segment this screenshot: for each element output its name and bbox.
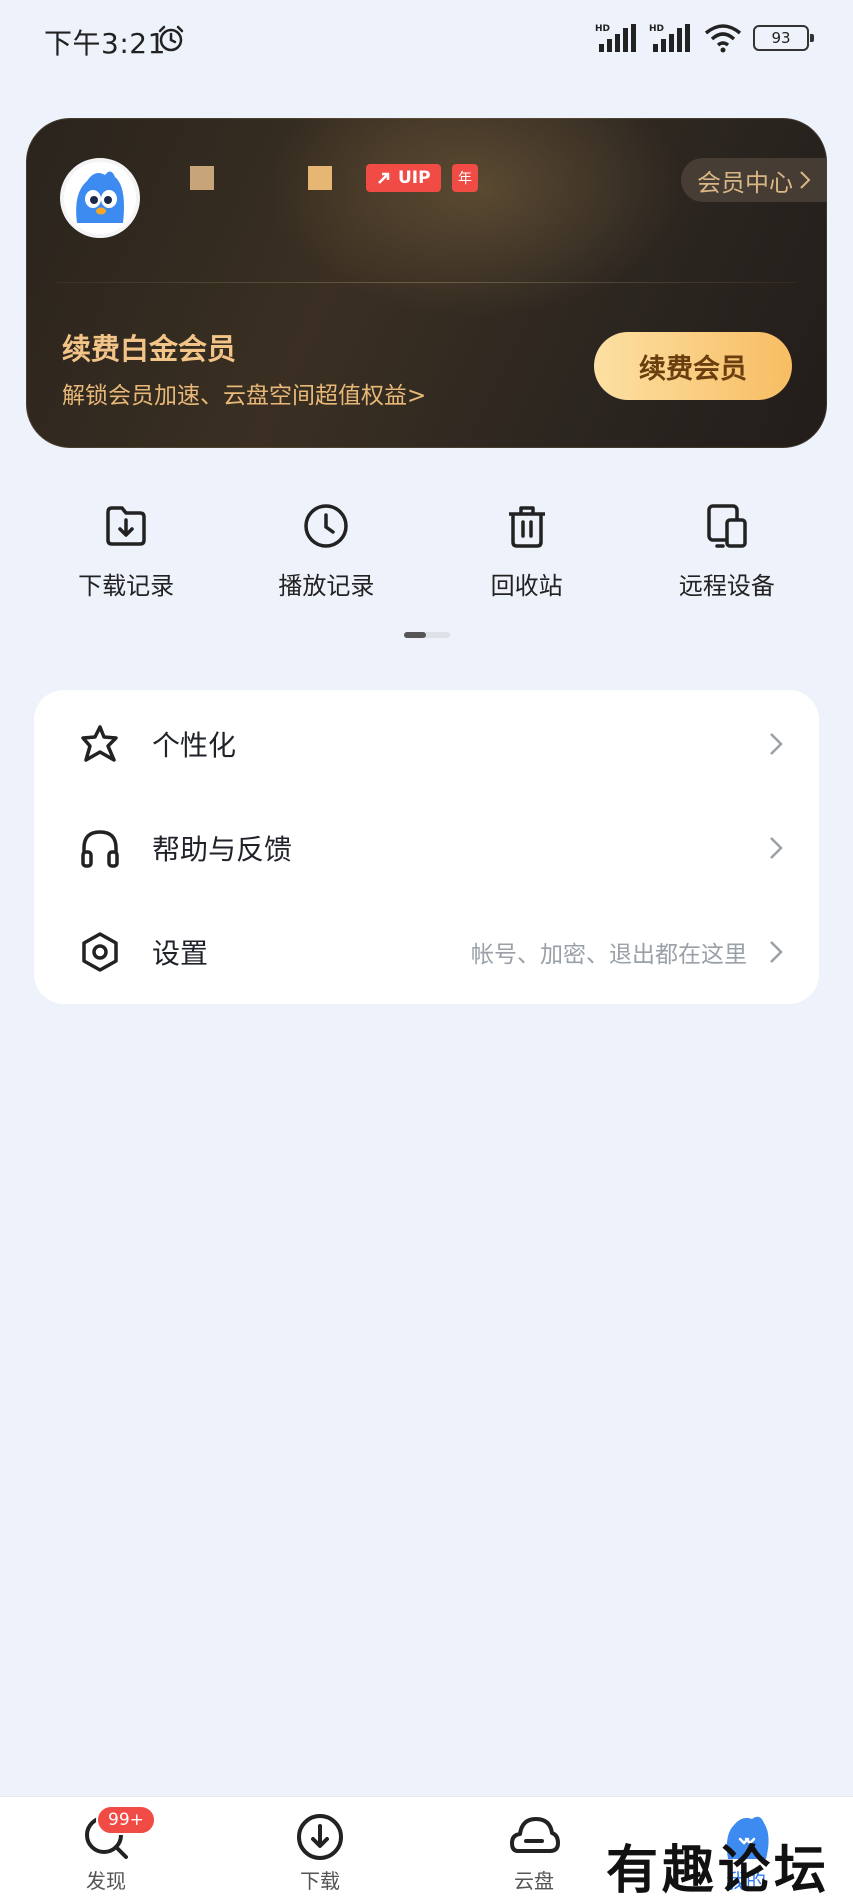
page: 下午3:21 HD HD 93 UIP 年 会员中心 续费白金会员 解锁会员加速… [0,0,853,1896]
download-record-icon [106,506,146,546]
year-badge: 年 [452,164,478,192]
vip-arrow-icon [378,172,390,184]
menu-item-settings[interactable]: 设置 帐号、加密、退出都在这里 [34,900,819,1004]
battery-indicator: 93 [753,25,814,51]
quick-label: 远程设备 [678,572,775,600]
quick-remote-devices[interactable]: 远程设备 [627,500,827,620]
quick-label: 回收站 [490,572,563,600]
cloud-icon [510,1817,560,1853]
nav-label: 发现 [86,1869,126,1893]
renew-subtitle[interactable]: 解锁会员加速、云盘空间超值权益> [62,376,426,410]
quick-play-record[interactable]: 播放记录 [226,500,426,620]
svg-text:HD: HD [649,24,664,34]
card-divider [56,282,797,283]
nav-label: 下载 [300,1869,340,1893]
menu-item-help-feedback[interactable]: 帮助与反馈 [34,796,819,900]
chevron-right-icon [770,837,783,859]
menu-item-personalize[interactable]: 个性化 [34,692,819,796]
nav-item-download[interactable]: 下载 [260,1797,380,1896]
devices-icon [707,504,747,548]
menu-card: 个性化 帮助与反馈 设置 帐号、加密、退出都在这里 [34,690,819,1004]
card-glow [266,118,686,318]
chevron-right-icon [800,171,811,189]
username-masked-2 [308,166,332,190]
menu-label: 个性化 [152,729,237,762]
notification-badge: 99+ [96,1805,156,1835]
chevron-right-icon [770,941,783,963]
signal-hd-icon-2: HD [649,24,690,52]
quick-recycle-bin[interactable]: 回收站 [427,500,627,620]
vip-card[interactable]: UIP 年 会员中心 续费白金会员 解锁会员加速、云盘空间超值权益> 续费会员 [26,118,827,448]
settings-icon [82,932,118,972]
signal-hd-icon: HD [595,24,636,52]
bird-avatar-icon [76,171,124,223]
member-center-label: 会员中心 [697,168,793,197]
vip-badge-text: UIP [398,168,431,188]
wifi-icon [704,24,742,53]
username-masked-1 [190,166,214,190]
quick-download-record[interactable]: 下载记录 [26,500,226,620]
watermark: 有趣论坛 [606,1840,831,1896]
status-time: 下午3:21 [44,27,166,60]
page-indicator-active [404,632,426,638]
menu-label: 帮助与反馈 [152,833,293,866]
quick-actions: 下载记录 播放记录 回收站 远程设备 [26,500,827,620]
renew-member-button[interactable]: 续费会员 [594,332,792,400]
quick-label: 下载记录 [78,572,175,600]
headphones-icon [81,830,119,868]
star-icon [81,725,118,762]
quick-label: 播放记录 [278,572,375,600]
alarm-icon [158,25,184,52]
avatar[interactable] [60,158,140,238]
chevron-right-icon [770,733,783,755]
vip-badge: UIP [366,164,441,192]
renew-title: 续费白金会员 [62,332,237,366]
status-bar: 下午3:21 HD HD 93 [0,0,853,80]
settings-hint: 帐号、加密、退出都在这里 [471,942,747,968]
trash-icon [508,506,545,548]
menu-label: 设置 [152,937,209,970]
svg-text:HD: HD [595,24,610,34]
download-icon [297,1814,343,1860]
member-center-button[interactable]: 会员中心 [681,158,827,202]
clock-icon [304,504,349,548]
nav-item-cloud[interactable]: 云盘 [474,1797,594,1896]
status-icons: HD HD 93 [595,22,814,54]
nav-label: 云盘 [514,1869,554,1893]
